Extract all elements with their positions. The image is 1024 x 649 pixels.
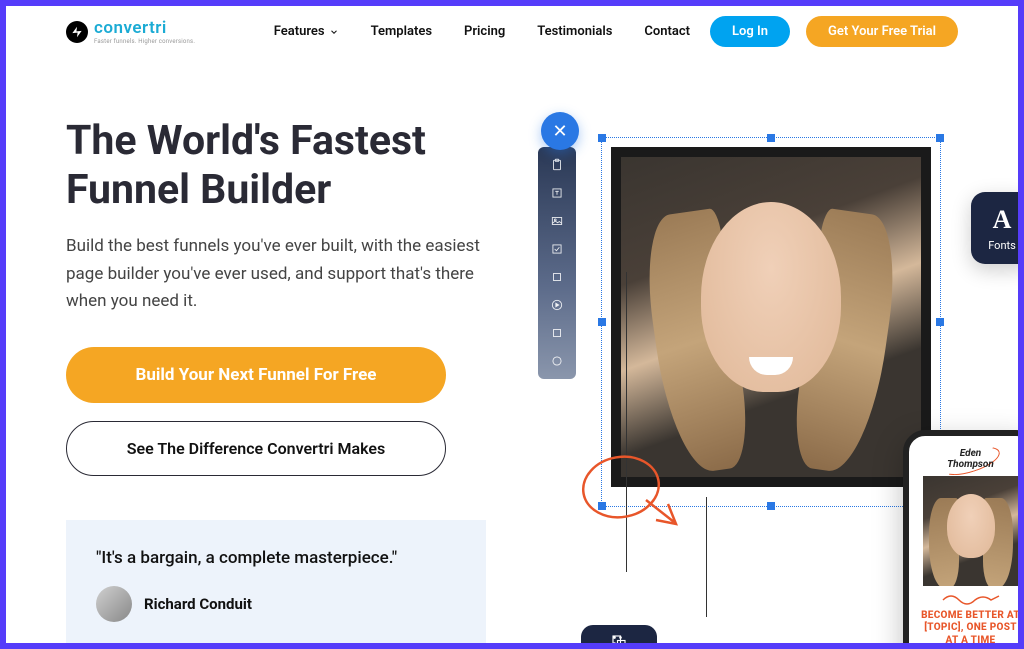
phone-mockup: EdenThompson BECOME BETTER AT [TOPIC], O… <box>903 430 1018 643</box>
portrait-photo[interactable] <box>611 147 931 487</box>
nav-label: Features <box>274 24 325 39</box>
nav-contact[interactable]: Contact <box>632 18 702 45</box>
close-icon[interactable]: ✕ <box>541 112 579 150</box>
resize-handle[interactable] <box>598 318 606 326</box>
hero-left: The World's Fastest Funnel Builder Build… <box>66 117 506 643</box>
testimonial-name: Richard Conduit <box>144 595 252 613</box>
nav-features[interactable]: Features <box>262 18 351 45</box>
cta-build-funnel-button[interactable]: Build Your Next Funnel For Free <box>66 347 446 403</box>
clipboard-icon[interactable] <box>549 157 565 173</box>
fonts-glyph-icon: A <box>993 205 1012 235</box>
nav-pricing[interactable]: Pricing <box>452 18 517 45</box>
login-button[interactable]: Log In <box>710 16 790 47</box>
text-icon[interactable] <box>549 185 565 201</box>
more-icon[interactable] <box>549 325 565 341</box>
layers-card[interactable]: Layers <box>581 625 657 643</box>
hero-illustration: ✕ <box>526 117 1018 643</box>
nav-label: Contact <box>644 24 690 39</box>
free-trial-button[interactable]: Get Your Free Trial <box>806 16 958 47</box>
resize-handle[interactable] <box>767 502 775 510</box>
resize-handle[interactable] <box>936 318 944 326</box>
play-icon[interactable] <box>549 297 565 313</box>
signature-icon <box>941 590 1001 606</box>
scribble-annotation-icon <box>576 442 686 532</box>
nav-templates[interactable]: Templates <box>359 18 444 45</box>
logo-mark-icon <box>66 21 88 43</box>
hero-subtext: Build the best funnels you've ever built… <box>66 233 506 315</box>
hero-headline: The World's Fastest Funnel Builder <box>66 117 506 215</box>
nav-label: Pricing <box>464 24 505 39</box>
logo[interactable]: convertri Faster funnels. Higher convers… <box>66 18 195 45</box>
logo-name: convertri <box>94 18 195 38</box>
phone-name: EdenThompson <box>917 448 1018 470</box>
resize-handle[interactable] <box>767 134 775 142</box>
phone-cta-text: BECOME BETTER AT [TOPIC], ONE POST AT A … <box>917 610 1018 643</box>
avatar <box>96 586 132 622</box>
checkbox-icon[interactable] <box>549 241 565 257</box>
fonts-card[interactable]: A Fonts <box>971 192 1018 264</box>
nav-label: Testimonials <box>537 24 612 39</box>
logo-tagline: Faster funnels. Higher conversions. <box>94 38 195 45</box>
testimonial-card: "It's a bargain, a complete masterpiece.… <box>66 520 486 643</box>
decorative-line <box>706 497 707 617</box>
layers-icon <box>610 633 628 643</box>
phone-portrait <box>923 476 1019 586</box>
nav-testimonials[interactable]: Testimonials <box>525 18 624 45</box>
editor-toolbar <box>538 147 576 379</box>
cta-see-difference-button[interactable]: See The Difference Convertri Makes <box>66 421 446 476</box>
nav-label: Templates <box>371 24 432 39</box>
image-icon[interactable] <box>549 213 565 229</box>
chevron-down-icon <box>329 27 339 37</box>
resize-handle[interactable] <box>936 134 944 142</box>
resize-handle[interactable] <box>598 134 606 142</box>
square-icon[interactable] <box>549 269 565 285</box>
top-nav: convertri Faster funnels. Higher convers… <box>6 6 1018 57</box>
fonts-label: Fonts <box>988 239 1016 252</box>
circle-icon[interactable] <box>549 353 565 369</box>
testimonial-quote: "It's a bargain, a complete masterpiece.… <box>96 548 456 568</box>
